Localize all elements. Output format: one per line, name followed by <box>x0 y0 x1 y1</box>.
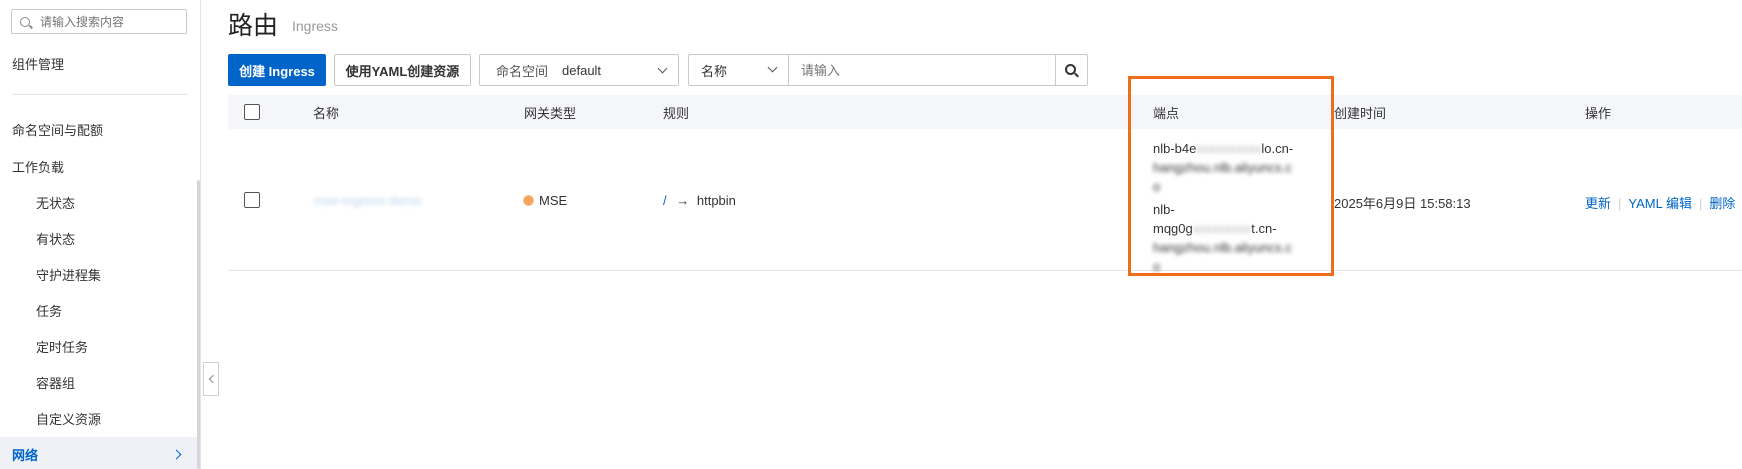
rule-path-link[interactable]: / <box>663 193 667 208</box>
endpoint-highlight-box <box>1128 76 1334 276</box>
sidebar-item-label: 命名空间与配额 <box>12 122 104 138</box>
select-all-checkbox[interactable] <box>244 104 260 120</box>
chevron-down-icon <box>767 62 778 73</box>
sidebar: 组件管理 命名空间与配额 工作负载 无状态 有状态 守护进程集 任务 定时任务 … <box>0 0 201 469</box>
sidebar-item-statefulsets[interactable]: 有状态 <box>0 221 200 255</box>
sidebar-item-label: 守护进程集 <box>36 267 102 283</box>
sidebar-collapse-button[interactable] <box>203 362 219 396</box>
rule: / → httpbin <box>663 193 736 208</box>
filter-field-select[interactable]: 名称 <box>689 55 789 85</box>
sidebar-item-label: 自定义资源 <box>36 411 102 427</box>
search-input[interactable] <box>789 55 1055 85</box>
action-separator: | <box>1698 196 1703 211</box>
delete-link[interactable]: 删除 <box>1709 196 1735 211</box>
chevron-down-icon <box>657 63 668 74</box>
column-header-actions: 操作 <box>1585 105 1612 121</box>
create-ingress-button[interactable]: 创建 Ingress <box>228 54 326 86</box>
column-header-name[interactable]: 名称 <box>313 95 339 129</box>
chevron-left-icon <box>208 374 217 384</box>
action-separator: | <box>1618 196 1622 211</box>
created-time: 2025年6月9日 15:58:13 <box>1334 196 1471 211</box>
namespace-select[interactable]: 命名空间 default <box>479 54 679 86</box>
sidebar-item-deployments[interactable]: 无状态 <box>0 185 200 219</box>
column-header-gateway-type: 网关类型 <box>524 105 577 121</box>
sidebar-item-jobs[interactable]: 任务 <box>0 293 200 327</box>
sidebar-item-namespace-quota[interactable]: 命名空间与配额 <box>0 112 200 146</box>
page-subtitle: Ingress <box>292 18 338 34</box>
sidebar-scrollbar[interactable] <box>197 180 200 469</box>
page-title: 路由 <box>228 12 279 40</box>
update-link[interactable]: 更新 <box>1585 196 1611 211</box>
search-icon <box>20 16 30 27</box>
sidebar-item-network[interactable]: 网络 <box>0 437 200 469</box>
ingress-name-link[interactable]: mse-ingress-demo <box>314 193 422 208</box>
sidebar-item-label: 无状态 <box>36 195 76 211</box>
sidebar-item-label: 网络 <box>12 447 39 463</box>
gateway-type: MSE <box>524 193 567 208</box>
sidebar-divider <box>12 94 188 95</box>
column-header-rules: 规则 <box>663 105 690 121</box>
chevron-right-icon <box>171 449 182 459</box>
gateway-type-label: MSE <box>539 193 568 208</box>
row-actions: 更新 | YAML 编辑 | 删除 <box>1585 193 1735 212</box>
sidebar-search-input[interactable] <box>40 14 180 29</box>
sidebar-item-custom-resources[interactable]: 自定义资源 <box>0 401 200 435</box>
rule-target: httpbin <box>696 193 736 208</box>
sidebar-item-pods[interactable]: 容器组 <box>0 365 200 399</box>
namespace-label: 命名空间 <box>496 63 549 79</box>
mse-icon <box>524 196 533 206</box>
sidebar-item-label: 容器组 <box>36 375 76 391</box>
sidebar-item-label: 有状态 <box>36 231 76 247</box>
sidebar-item-label: 工作负载 <box>12 159 65 175</box>
table-header: 名称 网关类型 规则 端点 创建时间 操作 <box>228 95 1742 129</box>
search-filter: 名称 <box>688 54 1088 86</box>
sidebar-item-label: 任务 <box>36 303 63 319</box>
table-row: mse-ingress-demo MSE / → httpbin nlb-b4e… <box>228 129 1742 274</box>
sidebar-item-daemonsets[interactable]: 守护进程集 <box>0 257 200 291</box>
sidebar-item-label: 组件管理 <box>12 56 65 72</box>
column-header-created[interactable]: 创建时间 <box>1334 95 1386 129</box>
filter-field-label: 名称 <box>701 63 728 79</box>
yaml-create-button[interactable]: 使用YAML创建资源 <box>334 54 471 86</box>
search-button[interactable] <box>1055 55 1087 85</box>
sidebar-item-components[interactable]: 组件管理 <box>0 46 200 80</box>
sidebar-item-cronjobs[interactable]: 定时任务 <box>0 329 200 363</box>
yaml-edit-link[interactable]: YAML 编辑 <box>1628 196 1692 211</box>
namespace-value: default <box>562 62 602 78</box>
sidebar-search[interactable] <box>11 9 187 34</box>
sidebar-item-label: 定时任务 <box>36 339 89 355</box>
arrow-right-icon: → <box>676 193 690 208</box>
row-checkbox[interactable] <box>244 192 260 208</box>
search-icon <box>1065 63 1076 75</box>
sidebar-item-workloads[interactable]: 工作负载 <box>0 149 200 183</box>
